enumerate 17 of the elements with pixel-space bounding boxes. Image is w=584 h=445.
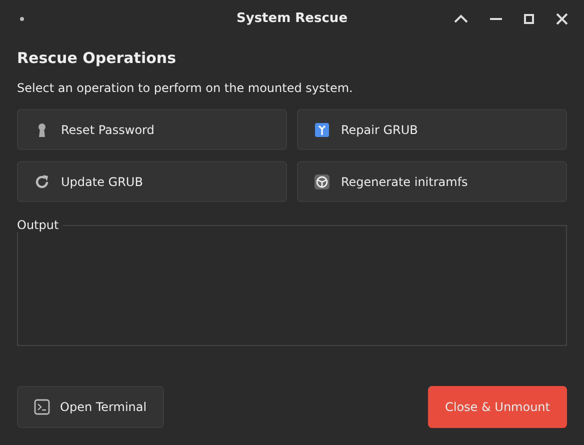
operation-button[interactable]: Reset Password (17, 109, 287, 150)
description: Select an operation to perform on the mounted system. (17, 81, 354, 95)
window-title: System Rescue (236, 11, 348, 26)
section-heading: Rescue Operations (17, 49, 178, 67)
chevron-up-icon[interactable] (454, 14, 468, 24)
output-label: Output (17, 218, 60, 232)
operation-button[interactable]: Repair GRUB (297, 109, 567, 150)
wheel-icon (314, 174, 330, 190)
refresh-icon (34, 174, 50, 190)
operation-button[interactable]: Regenerate initramfs (297, 161, 567, 202)
minimize-icon[interactable] (490, 16, 502, 20)
window-menu-icon[interactable] (19, 16, 25, 22)
close-icon[interactable] (556, 12, 568, 24)
operation-button[interactable]: Update GRUB (17, 161, 287, 202)
open-terminal-button[interactable]: Open Terminal (17, 386, 164, 428)
maximize-icon[interactable] (524, 14, 534, 24)
terminal-icon (34, 399, 50, 415)
